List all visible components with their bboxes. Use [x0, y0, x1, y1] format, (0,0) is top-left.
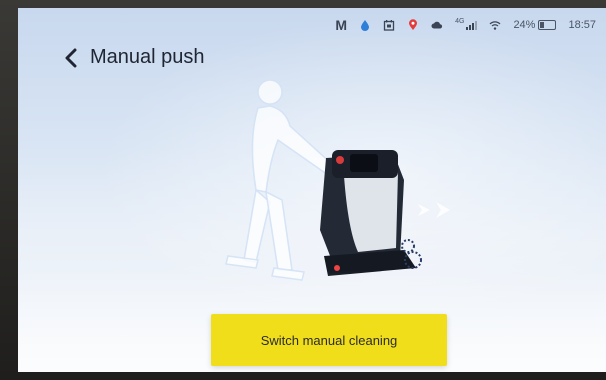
mail-m-icon: M: [335, 17, 348, 33]
cleaning-robot: [320, 150, 422, 276]
signal-bars-icon: [466, 21, 478, 30]
calendar-icon: [383, 20, 395, 31]
battery-icon: 24%: [513, 19, 557, 31]
location-pin-icon: [409, 19, 418, 30]
clock: 18:57: [568, 19, 596, 31]
chevron-left-icon: [65, 48, 77, 67]
screen: M 4G 24% 18:57 Manual push Switch manual…: [18, 8, 606, 372]
battery-percent: 24%: [513, 19, 536, 31]
switch-manual-cleaning-button[interactable]: Switch manual cleaning: [211, 314, 447, 366]
page-title: Manual push: [90, 46, 205, 68]
signal-label: 4G: [455, 18, 465, 25]
battery-body: [538, 20, 557, 30]
direction-arrows-icon: [418, 202, 450, 218]
wifi-icon: [490, 21, 501, 30]
back-button[interactable]: Manual push: [64, 46, 205, 69]
cloud-icon: [431, 21, 443, 29]
water-drop-icon: [361, 20, 370, 31]
status-bar: M 4G 24% 18:57: [335, 14, 596, 36]
signal-icon: 4G: [455, 18, 478, 31]
switch-manual-cleaning-label: Switch manual cleaning: [260, 332, 398, 348]
